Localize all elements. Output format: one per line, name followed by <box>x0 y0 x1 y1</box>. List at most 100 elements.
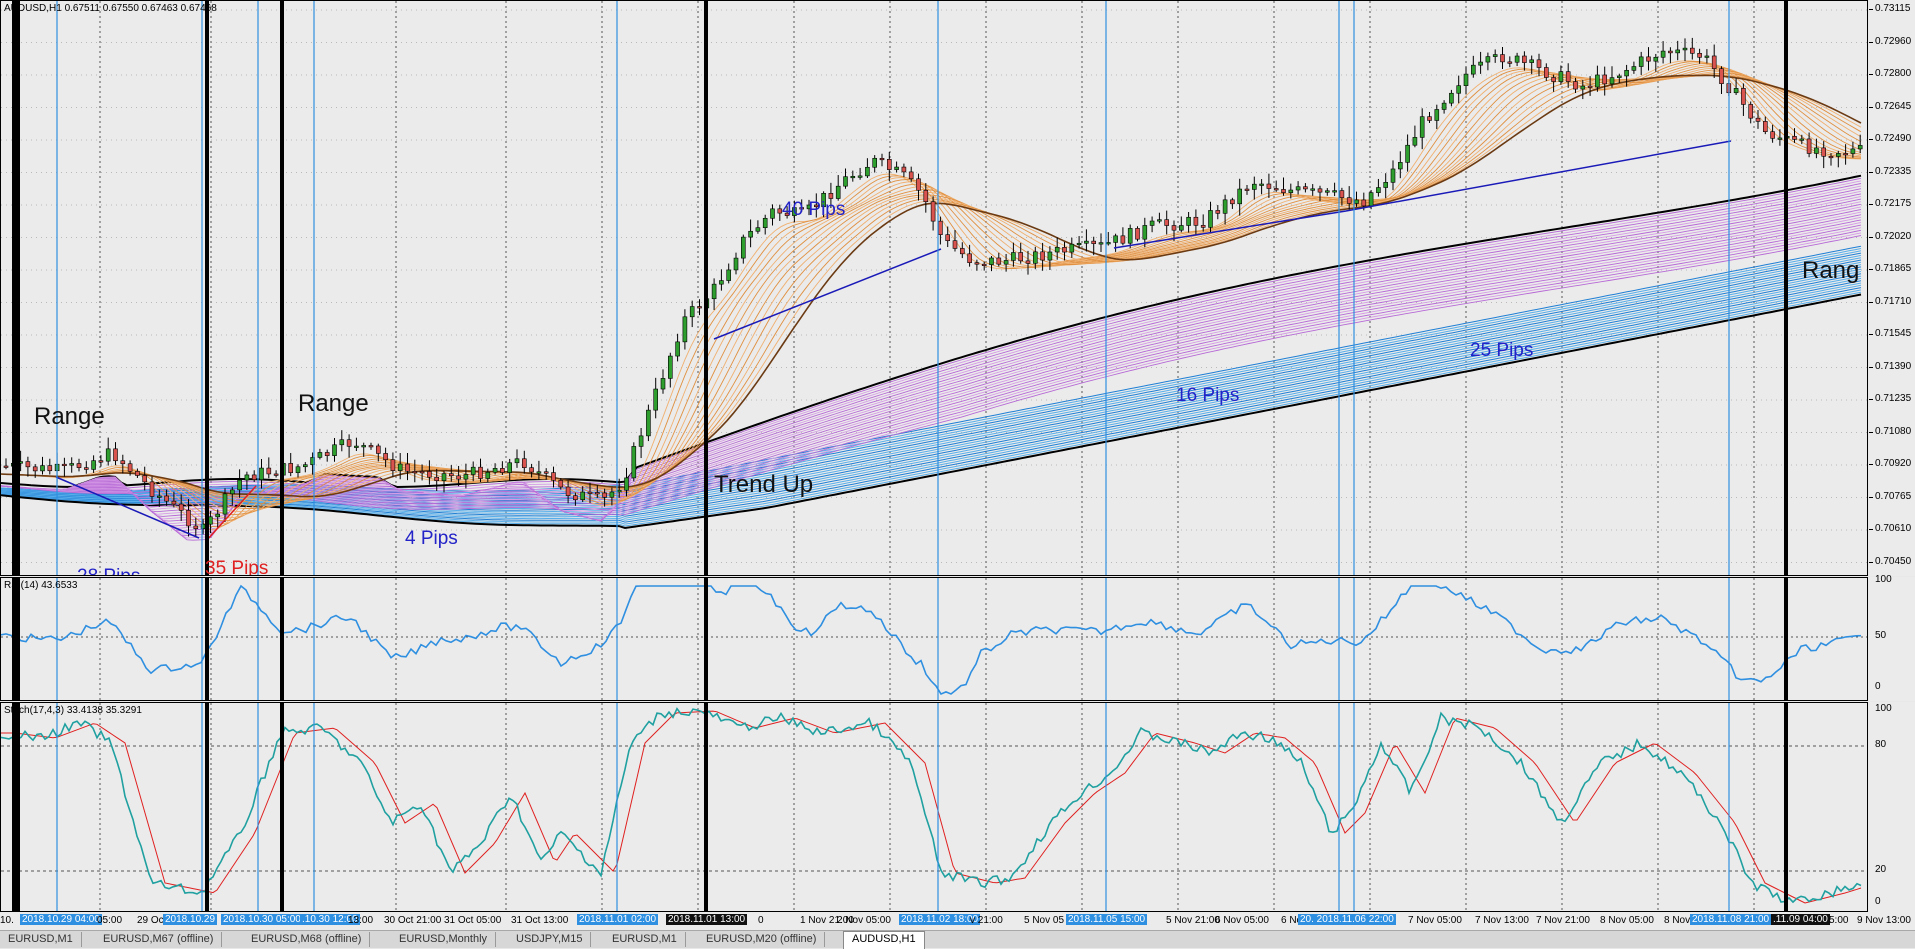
tab-chart[interactable]: EURUSD,M1 <box>604 932 686 947</box>
price-chart-pane[interactable]: AUDUSD,H1 0.67511 0.67550 0.67463 0.6746… <box>0 0 1868 576</box>
candle-body <box>682 316 688 343</box>
tab-chart[interactable]: EURUSD,M68 (offline) <box>243 932 371 947</box>
time-axis-label: 7 Nov 21:00 <box>1536 915 1590 926</box>
candle-body <box>631 446 637 479</box>
candle-body <box>850 175 856 179</box>
candle-body <box>1033 251 1038 264</box>
candle-body <box>1580 85 1586 90</box>
candle-body <box>456 475 461 480</box>
candle-body <box>149 481 155 497</box>
candle-body <box>1113 235 1118 243</box>
candle-body <box>551 472 556 481</box>
candle-body <box>1478 61 1483 66</box>
candle-body <box>1565 71 1571 82</box>
candle-body <box>1551 77 1556 82</box>
price-axis-tickmark <box>1869 529 1873 530</box>
candle-body <box>1719 68 1724 84</box>
tab-active[interactable]: AUDUSD,H1 <box>843 931 925 949</box>
candle-body <box>1806 138 1812 154</box>
time-axis-highlight-label: 2018.11.01 02:00 <box>577 914 659 925</box>
price-axis-tickmark <box>1869 561 1873 563</box>
candle-body <box>1157 219 1162 222</box>
candle-body <box>470 466 476 475</box>
stochastic-indicator-pane[interactable]: Stoch(17,4,3) 33.4138 35.3291 <box>0 702 1868 912</box>
candle-body <box>1054 247 1060 253</box>
candle-body <box>1325 190 1330 193</box>
candle-body <box>1434 109 1440 121</box>
stochastic-canvas[interactable] <box>1 703 1868 912</box>
candle-body <box>901 166 907 173</box>
candle-body <box>1624 70 1629 77</box>
candle-body <box>368 445 374 448</box>
stochastic-axis-label: 20 <box>1875 864 1887 875</box>
time-axis-label: 30 Oct 21:00 <box>384 915 442 926</box>
rsi-indicator-pane[interactable]: RSI(14) 43.6533 <box>0 577 1868 701</box>
candle-body <box>1441 102 1447 110</box>
candle-body <box>638 435 644 447</box>
annotation-35-pips: 35 Pips <box>205 558 269 576</box>
candle-body <box>514 458 520 464</box>
trendline <box>1113 210 1347 249</box>
chart-tab-bar: EURUSD,M1 EURUSD,M67 (offline) EURUSD,M68 … <box>0 930 1915 949</box>
candle-body <box>1427 116 1432 121</box>
tab-chart[interactable]: EURUSD,Monthly <box>391 932 497 947</box>
stochastic-axis: 100 80 20 0 <box>1869 702 1915 912</box>
candle-body <box>1704 55 1710 58</box>
price-axis-tickmark <box>1869 301 1873 303</box>
tab-chart[interactable]: EURUSD,M1 <box>0 932 82 947</box>
candle-body <box>1748 104 1753 119</box>
candle-body <box>1850 148 1856 154</box>
candle-body <box>244 474 250 481</box>
price-axis-label: 0.72175 <box>1875 198 1912 209</box>
candle-body <box>938 220 943 235</box>
candle-body <box>500 468 505 473</box>
time-axis: 10. 2018.10.29 04:00 05:00 29 Oct 2018.10.29… <box>0 912 1915 930</box>
time-axis-label: 31 Oct 13:00 <box>511 915 569 926</box>
candle-body <box>164 495 169 502</box>
candle-body <box>1281 189 1286 193</box>
price-axis-tickmark <box>1869 106 1873 108</box>
candle-body <box>390 459 396 471</box>
candle-body <box>1179 225 1184 231</box>
time-axis-highlight-label: 2018.11.01 13:00 <box>666 914 748 925</box>
price-axis[interactable]: 0.73115 0.72960 0.72800 0.72645 0.72490 0.723… <box>1869 0 1915 576</box>
candle-body <box>952 240 958 249</box>
price-axis-label: 0.72800 <box>1875 68 1912 79</box>
candle-body <box>478 466 483 479</box>
price-axis-label: 0.72960 <box>1875 35 1912 47</box>
time-axis-highlight-label: 20. 2018.11.06 22:00 <box>1298 914 1396 925</box>
candle-body <box>1266 183 1272 189</box>
candle-body <box>1419 116 1425 138</box>
candle-body <box>1660 50 1666 58</box>
annotation-28-pips: 28 Pips <box>77 566 140 575</box>
tab-chart[interactable]: EURUSD,M67 (offline) <box>95 932 223 947</box>
price-axis-label: 0.72645 <box>1875 100 1912 112</box>
candle-body <box>733 257 739 271</box>
candle-body <box>1449 92 1454 104</box>
candle-body <box>1193 216 1199 226</box>
annotation-range-1: Range <box>34 403 105 430</box>
candle-body <box>857 175 863 178</box>
candle-body <box>25 461 31 468</box>
tab-chart[interactable]: EURUSD,M20 (offline) <box>698 932 826 947</box>
time-axis-label: 5:00 <box>1829 915 1849 926</box>
candle-body <box>1602 74 1607 85</box>
candle-body <box>872 157 878 168</box>
price-axis-label: 0.71235 <box>1875 393 1912 404</box>
candle-body <box>1828 155 1834 159</box>
price-chart-canvas[interactable] <box>1 1 1868 576</box>
candle-body <box>719 280 724 285</box>
candle-body <box>660 378 666 390</box>
candle-body <box>1675 49 1680 54</box>
tab-chart[interactable]: USDJPY,M15 <box>508 932 592 947</box>
candle-body <box>573 495 578 501</box>
candle-body <box>237 479 242 491</box>
candle-body <box>1595 74 1600 88</box>
candle-body <box>434 476 440 481</box>
candle-body <box>1617 75 1622 78</box>
candle-body <box>1857 145 1863 150</box>
candle-body <box>1522 55 1527 63</box>
price-axis-tickmark <box>1869 204 1873 205</box>
candle-body <box>1668 50 1673 54</box>
rsi-canvas[interactable] <box>1 578 1868 701</box>
